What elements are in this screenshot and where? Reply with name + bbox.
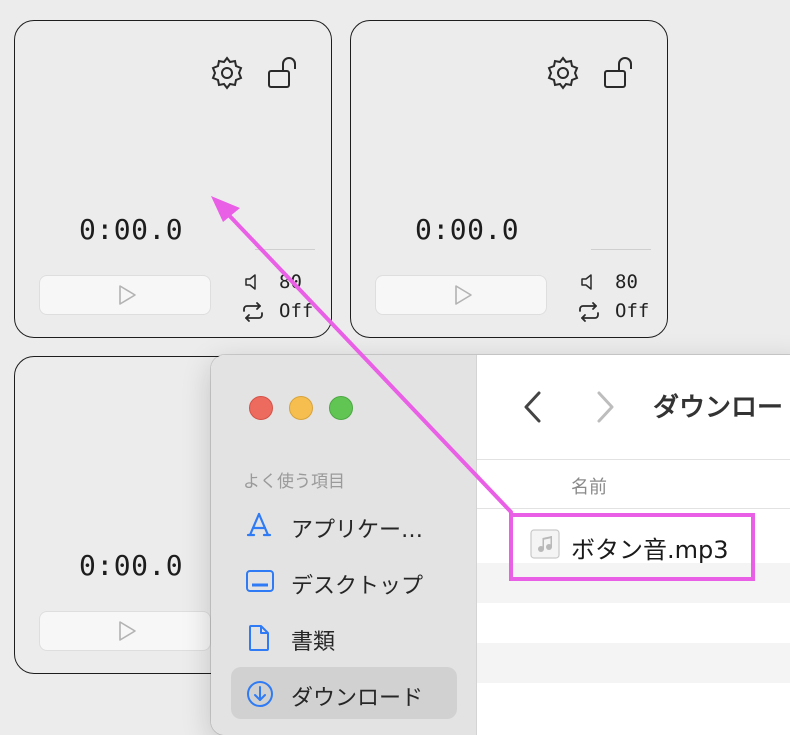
- elapsed-time: 0:00.0: [415, 213, 520, 246]
- empty-row: [477, 603, 790, 643]
- forward-arrow-icon[interactable]: [593, 389, 619, 425]
- finder-window: よく使う項目 アプリケー… デスクトップ 書類 ダウンロード ダウンロー 名前 …: [211, 355, 790, 735]
- minimize-window-button[interactable]: [289, 396, 313, 420]
- zoom-window-button[interactable]: [329, 396, 353, 420]
- sound-pad-2[interactable]: 0:00.0 80 Off: [350, 20, 668, 338]
- documents-icon: [249, 625, 269, 651]
- loop-value[interactable]: Off: [279, 300, 313, 322]
- unlocked-icon[interactable]: [601, 53, 641, 93]
- downloads-icon: [247, 681, 273, 707]
- sidebar-item-applications[interactable]: アプリケー…: [231, 499, 457, 551]
- loop-value[interactable]: Off: [615, 300, 649, 322]
- play-button[interactable]: [39, 611, 211, 651]
- speaker-icon: [581, 274, 592, 290]
- play-icon: [119, 621, 136, 641]
- play-icon: [119, 285, 136, 305]
- sidebar-item-label: ダウンロード: [291, 686, 424, 711]
- close-window-button[interactable]: [249, 396, 273, 420]
- loop-icon[interactable]: [241, 301, 265, 323]
- favorites-heading: よく使う項目: [243, 472, 345, 492]
- applications-icon: [246, 512, 272, 537]
- unlocked-icon[interactable]: [265, 53, 305, 93]
- folder-title: ダウンロード: [653, 393, 790, 423]
- sidebar-item-label: アプリケー…: [291, 518, 424, 543]
- speaker-icon: [245, 274, 256, 290]
- back-arrow-icon[interactable]: [519, 389, 545, 425]
- play-button[interactable]: [375, 275, 547, 315]
- elapsed-time: 0:00.0: [79, 213, 184, 246]
- volume-value[interactable]: 80: [279, 271, 302, 293]
- column-header-name[interactable]: 名前: [571, 473, 607, 499]
- progress-track: [591, 249, 651, 250]
- elapsed-time: 0:00.0: [79, 549, 184, 582]
- finder-content: ダウンロード 名前 ボタン音.mp3: [477, 355, 790, 735]
- sidebar-item-downloads[interactable]: ダウンロード: [231, 667, 457, 719]
- empty-row: [477, 683, 790, 723]
- sidebar-item-label: デスクトップ: [291, 574, 424, 599]
- empty-row: [477, 643, 790, 683]
- sound-pad-1[interactable]: 0:00.0 80 Off: [14, 20, 332, 338]
- volume-value[interactable]: 80: [615, 271, 638, 293]
- gear-icon[interactable]: [207, 53, 247, 93]
- gear-icon[interactable]: [543, 53, 583, 93]
- finder-sidebar: よく使う項目 アプリケー… デスクトップ 書類 ダウンロード: [211, 355, 477, 735]
- audio-file-icon: [530, 529, 560, 559]
- column-header-row: 名前: [477, 459, 790, 509]
- sidebar-item-documents[interactable]: 書類: [231, 611, 457, 663]
- play-icon: [455, 285, 472, 305]
- play-button[interactable]: [39, 275, 211, 315]
- loop-icon[interactable]: [577, 301, 601, 323]
- desktop-icon: [246, 570, 274, 592]
- progress-track: [255, 249, 315, 250]
- sidebar-item-label: 書類: [291, 630, 336, 655]
- file-name[interactable]: ボタン音.mp3: [571, 530, 729, 565]
- empty-row: [477, 563, 790, 603]
- sidebar-item-desktop[interactable]: デスクトップ: [231, 555, 457, 607]
